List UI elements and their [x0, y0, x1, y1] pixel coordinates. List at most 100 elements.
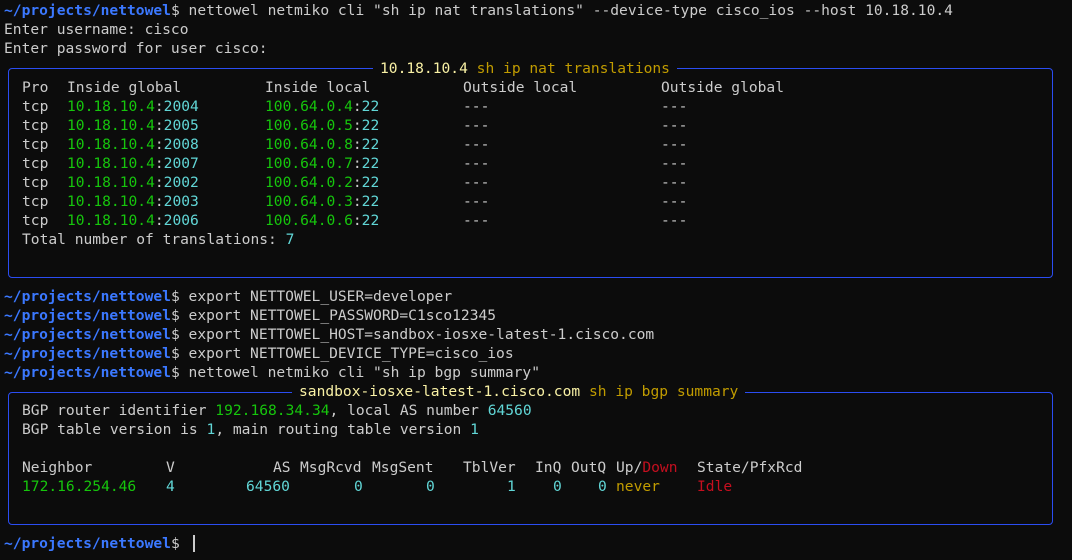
text-cursor	[193, 535, 195, 552]
port-separator: :	[352, 155, 362, 172]
header-outq: OutQ	[571, 459, 607, 476]
nat-cell-outside-global: ---	[661, 98, 688, 115]
prompt-symbol: $	[170, 345, 180, 362]
command-text: export NETTOWEL_HOST=sandbox-iosxe-lates…	[188, 326, 655, 343]
neighbor-outq: 0	[598, 478, 607, 495]
inside-local-port: 22	[361, 155, 380, 172]
port-separator: :	[154, 193, 164, 210]
header-as: AS	[273, 459, 291, 476]
prompt-line-bgp: ~/projects/nettowel$ nettowel netmiko cl…	[4, 363, 540, 382]
header-updown: Up/Down	[616, 458, 678, 477]
nat-title-cmd: sh ip nat translations	[476, 60, 670, 77]
inside-global-port: 2004	[163, 98, 199, 115]
nat-cell-inside-global: 10.18.10.4:2007	[67, 154, 199, 173]
prompt-path: ~/projects/nettowel	[4, 2, 171, 19]
port-separator: :	[352, 174, 362, 191]
bgp-router-id-line: BGP router identifier 192.168.34.34, loc…	[22, 401, 532, 420]
header-outside-local: Outside local	[463, 79, 578, 96]
header-down: Down	[642, 459, 678, 476]
nat-panel-title: 10.18.10.4 sh ip nat translations	[373, 59, 677, 78]
inside-local-port: 22	[361, 136, 380, 153]
inside-local-ip: 100.64.0.8	[265, 136, 353, 153]
neighbor-v: 4	[166, 478, 175, 495]
nat-cell-inside-local: 100.64.0.6:22	[265, 211, 379, 230]
nat-cell-outside-global: ---	[661, 193, 688, 210]
bgp-panel-title: sandbox-iosxe-latest-1.cisco.com sh ip b…	[292, 382, 746, 401]
nat-cell-inside-local: 100.64.0.2:22	[265, 173, 379, 192]
neighbor-tblver: 1	[507, 478, 516, 495]
prompt-symbol: $	[170, 326, 180, 343]
nat-cell-inside-local: 100.64.0.7:22	[265, 154, 379, 173]
inside-global-ip: 10.18.10.4	[67, 174, 155, 191]
router-id-label: BGP router identifier	[22, 402, 216, 419]
inside-global-ip: 10.18.10.4	[67, 155, 155, 172]
nat-cell-pro: tcp	[22, 136, 49, 153]
prompt-line-current[interactable]: ~/projects/nettowel$	[4, 534, 180, 553]
port-separator: :	[154, 174, 164, 191]
inside-local-ip: 100.64.0.3	[265, 193, 353, 210]
nat-cell-pro: tcp	[22, 155, 49, 172]
port-separator: :	[352, 212, 362, 229]
inside-global-port: 2007	[163, 155, 199, 172]
port-separator: :	[352, 193, 362, 210]
inside-global-port: 2005	[163, 117, 199, 134]
neighbor-inq: 0	[553, 478, 562, 495]
nat-cell-outside-global: ---	[661, 174, 688, 191]
nat-cell-outside-global: ---	[661, 212, 688, 229]
prompt-path: ~/projects/nettowel	[4, 307, 171, 324]
command-text: export NETTOWEL_USER=developer	[188, 288, 453, 305]
password-prompt: Enter password for user cisco:	[4, 40, 268, 57]
port-separator: :	[154, 155, 164, 172]
inside-global-port: 2002	[163, 174, 199, 191]
nat-title-host: 10.18.10.4	[380, 60, 468, 77]
nat-cell-outside-global: ---	[661, 136, 688, 153]
nat-cell-pro: tcp	[22, 212, 49, 229]
inside-global-ip: 10.18.10.4	[67, 193, 155, 210]
header-v: V	[166, 459, 175, 476]
nat-cell-inside-local: 100.64.0.8:22	[265, 135, 379, 154]
port-separator: :	[154, 212, 164, 229]
command-text: nettowel netmiko cli "sh ip bgp summary"	[188, 364, 540, 381]
nat-cell-pro: tcp	[22, 98, 49, 115]
local-as-label: , local AS number	[329, 402, 488, 419]
inside-local-ip: 100.64.0.5	[265, 117, 353, 134]
nat-cell-outside-global: ---	[661, 117, 688, 134]
nat-cell-pro: tcp	[22, 174, 49, 191]
inside-local-ip: 100.64.0.7	[265, 155, 353, 172]
prompt-symbol: $	[170, 364, 180, 381]
main-table-label: , main routing table version	[215, 421, 471, 438]
nat-cell-inside-global: 10.18.10.4:2008	[67, 135, 199, 154]
inside-local-ip: 100.64.0.2	[265, 174, 353, 191]
prompt-symbol: $	[170, 307, 180, 324]
nat-cell-outside-local: ---	[463, 193, 490, 210]
header-up: Up/	[616, 459, 643, 476]
header-inside-global: Inside global	[67, 79, 182, 96]
prompt-line-export-3: ~/projects/nettowel$ export NETTOWEL_HOS…	[4, 325, 654, 344]
nat-cell-outside-local: ---	[463, 136, 490, 153]
prompt-path: ~/projects/nettowel	[4, 345, 171, 362]
inside-global-port: 2008	[163, 136, 199, 153]
header-neighbor: Neighbor	[22, 459, 93, 476]
header-outside-global: Outside global	[661, 79, 785, 96]
inside-local-ip: 100.64.0.6	[265, 212, 353, 229]
table-version-label: BGP table version is	[22, 421, 207, 438]
nat-cell-outside-local: ---	[463, 174, 490, 191]
port-separator: :	[154, 98, 164, 115]
command-text: export NETTOWEL_DEVICE_TYPE=cisco_ios	[188, 345, 514, 362]
prompt-path: ~/projects/nettowel	[4, 364, 171, 381]
prompt-symbol: $	[170, 2, 180, 19]
nat-cell-inside-local: 100.64.0.3:22	[265, 192, 379, 211]
nat-cell-inside-global: 10.18.10.4:2006	[67, 211, 199, 230]
inside-global-ip: 10.18.10.4	[67, 136, 155, 153]
prompt-line-export-1: ~/projects/nettowel$ export NETTOWEL_USE…	[4, 287, 452, 306]
command-text: export NETTOWEL_PASSWORD=C1sco12345	[188, 307, 497, 324]
nat-cell-outside-global: ---	[661, 155, 688, 172]
inside-local-port: 22	[361, 212, 380, 229]
header-msgsent: MsgSent	[372, 459, 434, 476]
local-as-value: 64560	[487, 402, 532, 419]
prompt-path: ~/projects/nettowel	[4, 535, 171, 552]
neighbor-state: Idle	[697, 478, 733, 495]
nat-cell-outside-local: ---	[463, 155, 490, 172]
neighbor-ip: 172.16.254.46	[22, 478, 137, 495]
nat-cell-inside-global: 10.18.10.4:2003	[67, 192, 199, 211]
